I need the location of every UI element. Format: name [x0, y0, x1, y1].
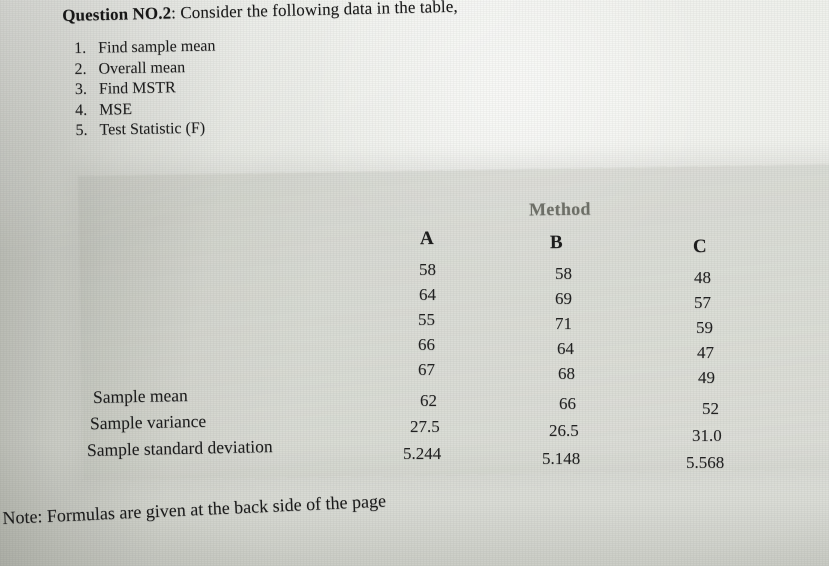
- table-cell: 64: [419, 285, 436, 304]
- table-cell: 49: [698, 368, 715, 387]
- table-cell: 55: [418, 310, 435, 329]
- table-cell: 62: [420, 391, 437, 410]
- table-cell: 31.0: [692, 426, 722, 445]
- column-header-b: B: [549, 231, 563, 254]
- table-cell: 58: [555, 264, 572, 283]
- column-header-a: A: [419, 227, 434, 250]
- table-cell: 58: [419, 260, 436, 279]
- table-cell: 57: [694, 293, 711, 312]
- table-cell: 66: [559, 394, 576, 413]
- table-cell: 59: [696, 318, 713, 337]
- table-cell: 27.5: [410, 417, 440, 436]
- table-cell: 68: [558, 364, 575, 383]
- table-cell: 47: [697, 343, 714, 362]
- table-group-header: Method: [528, 198, 591, 220]
- table-cell: 5.244: [403, 444, 442, 463]
- data-table: Method A B C 58 64 55 66 67 58 69 71 64 …: [0, 0, 829, 566]
- table-cell: 66: [418, 335, 435, 354]
- table-cell: 52: [702, 399, 719, 418]
- table-cell: 64: [557, 339, 574, 358]
- row-label-sample-standard-deviation: Sample standard deviation: [86, 436, 273, 460]
- row-label-sample-mean: Sample mean: [92, 385, 188, 407]
- table-cell: 71: [555, 314, 572, 333]
- table-cell: 48: [694, 268, 711, 287]
- table-cell: 26.5: [549, 421, 579, 440]
- table-cell: 67: [418, 360, 435, 379]
- column-header-c: C: [692, 235, 707, 258]
- page-content: Question NO.2: Consider the following da…: [0, 0, 829, 566]
- table-cell: 5.148: [542, 449, 581, 468]
- table-cell: 5.568: [686, 453, 725, 472]
- scanned-worksheet-page: Question NO.2: Consider the following da…: [0, 0, 829, 566]
- table-cell: 69: [555, 289, 572, 308]
- row-label-sample-variance: Sample variance: [89, 410, 207, 434]
